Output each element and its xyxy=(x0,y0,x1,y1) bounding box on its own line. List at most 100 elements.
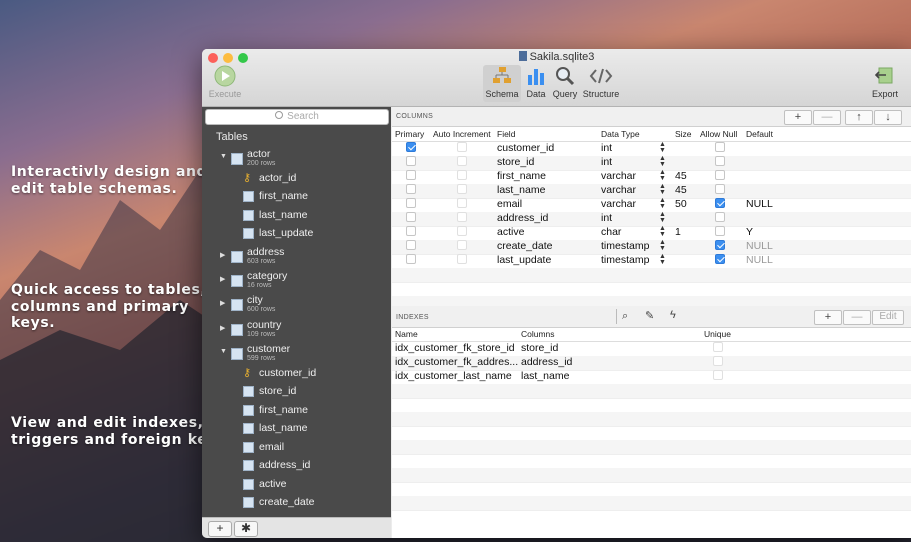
index-row[interactable] xyxy=(392,412,911,427)
gear-icon[interactable]: ✱ xyxy=(234,521,258,537)
data-type-select[interactable]: timestamp xyxy=(601,240,649,252)
data-type-stepper-icon[interactable]: ▲ ▼ xyxy=(659,211,666,224)
header-unique[interactable]: Unique xyxy=(704,329,731,339)
index-columns[interactable]: last_name xyxy=(521,370,569,382)
header-columns[interactable]: Columns xyxy=(521,329,555,339)
wrench-icon[interactable]: ✎ xyxy=(645,309,654,322)
export-button[interactable]: Export xyxy=(869,65,901,99)
index-row[interactable] xyxy=(392,454,911,469)
primary-checkbox[interactable] xyxy=(406,212,416,222)
header-primary[interactable]: Primary xyxy=(395,129,424,139)
allow-null-checkbox[interactable] xyxy=(715,156,725,166)
sidebar-table-actor[interactable]: ▼ actor 200 rows xyxy=(202,148,391,168)
allow-null-checkbox[interactable] xyxy=(715,240,725,250)
index-row[interactable]: idx_customer_last_name last_name xyxy=(392,370,911,385)
sidebar-column-create-date[interactable]: create_date xyxy=(202,494,391,512)
data-type-stepper-icon[interactable]: ▲ ▼ xyxy=(659,239,666,252)
primary-checkbox[interactable] xyxy=(406,198,416,208)
sidebar-column-last-update[interactable]: last_update xyxy=(202,225,391,243)
index-columns[interactable]: address_id xyxy=(521,356,572,368)
index-row[interactable] xyxy=(392,468,911,483)
primary-checkbox[interactable] xyxy=(406,170,416,180)
field-name[interactable]: last_name xyxy=(497,184,545,196)
allow-null-checkbox[interactable] xyxy=(715,170,725,180)
primary-checkbox[interactable] xyxy=(406,184,416,194)
unique-checkbox[interactable] xyxy=(713,370,723,380)
default-value[interactable]: NULL xyxy=(746,198,773,210)
chevron-right-icon[interactable]: ▶ xyxy=(220,299,225,307)
chevron-down-icon[interactable]: ▼ xyxy=(220,153,227,160)
header-size[interactable]: Size xyxy=(675,129,692,139)
field-name[interactable]: create_date xyxy=(497,240,552,252)
execute-button[interactable]: Execute xyxy=(208,65,242,99)
header-data-type[interactable]: Data Type xyxy=(601,129,640,139)
sidebar-column-active[interactable]: active xyxy=(202,476,391,494)
index-name[interactable]: idx_customer_last_name xyxy=(395,370,512,382)
index-row[interactable] xyxy=(392,496,911,511)
field-name[interactable]: customer_id xyxy=(497,142,554,154)
column-row[interactable]: last_update timestamp ▲ ▼ NULL xyxy=(392,253,911,269)
column-row[interactable]: customer_id int ▲ ▼ xyxy=(392,141,911,157)
sidebar-table-country[interactable]: ▶ country 109 rows xyxy=(202,319,391,341)
index-columns[interactable]: store_id xyxy=(521,342,558,354)
header-allow-null[interactable]: Allow Null xyxy=(700,129,737,139)
index-row[interactable] xyxy=(392,482,911,497)
column-row[interactable]: active char ▲ ▼ 1 Y xyxy=(392,225,911,241)
auto-increment-checkbox[interactable] xyxy=(457,198,467,208)
data-type-stepper-icon[interactable]: ▲ ▼ xyxy=(659,225,666,238)
column-row[interactable] xyxy=(392,282,911,297)
default-value[interactable]: NULL xyxy=(746,254,773,266)
sidebar-table-address[interactable]: ▶ address 603 rows xyxy=(202,246,391,268)
data-type-stepper-icon[interactable]: ▲ ▼ xyxy=(659,155,666,168)
primary-checkbox[interactable] xyxy=(406,142,416,152)
size-value[interactable]: 45 xyxy=(675,170,687,182)
field-name[interactable]: store_id xyxy=(497,156,534,168)
sidebar-column-email[interactable]: email xyxy=(202,439,391,457)
size-value[interactable]: 45 xyxy=(675,184,687,196)
edit-index-button[interactable]: Edit xyxy=(872,310,904,325)
data-type-select[interactable]: timestamp xyxy=(601,254,649,266)
data-type-select[interactable]: varchar xyxy=(601,198,636,210)
sidebar-table-category[interactable]: ▶ category 16 rows xyxy=(202,270,391,292)
allow-null-checkbox[interactable] xyxy=(715,142,725,152)
primary-checkbox[interactable] xyxy=(406,254,416,264)
sidebar-table-customer[interactable]: ▼ customer 599 rows xyxy=(202,343,391,365)
sidebar-table-city[interactable]: ▶ city 600 rows xyxy=(202,294,391,316)
chevron-right-icon[interactable]: ▶ xyxy=(220,324,225,332)
size-value[interactable]: 1 xyxy=(675,226,681,238)
sidebar-column-customer-id[interactable]: ⚷ customer_id xyxy=(202,365,391,383)
query-tab[interactable]: Query xyxy=(551,65,579,99)
column-row[interactable]: first_name varchar ▲ ▼ 45 xyxy=(392,169,911,185)
remove-column-button[interactable]: — xyxy=(813,110,841,125)
allow-null-checkbox[interactable] xyxy=(715,184,725,194)
sidebar-column-last-name[interactable]: last_name xyxy=(202,207,391,225)
add-column-button[interactable]: + xyxy=(784,110,812,125)
search-field[interactable]: Search xyxy=(205,109,389,125)
data-tab[interactable]: Data xyxy=(523,65,549,99)
field-name[interactable]: email xyxy=(497,198,522,210)
column-row[interactable]: store_id int ▲ ▼ xyxy=(392,155,911,171)
index-row[interactable] xyxy=(392,384,911,399)
column-row[interactable]: create_date timestamp ▲ ▼ NULL xyxy=(392,239,911,255)
sidebar-column-address-id[interactable]: address_id xyxy=(202,457,391,475)
data-type-stepper-icon[interactable]: ▲ ▼ xyxy=(659,253,666,266)
data-type-select[interactable]: int xyxy=(601,212,612,224)
index-name[interactable]: idx_customer_fk_store_id xyxy=(395,342,515,354)
header-auto-increment[interactable]: Auto Increment xyxy=(433,129,491,139)
add-table-button[interactable]: + xyxy=(208,521,232,537)
data-type-select[interactable]: int xyxy=(601,156,612,168)
default-value[interactable]: NULL xyxy=(746,240,773,252)
unique-checkbox[interactable] xyxy=(713,342,723,352)
data-type-select[interactable]: varchar xyxy=(601,170,636,182)
lightning-icon[interactable]: ϟ xyxy=(670,309,676,321)
primary-checkbox[interactable] xyxy=(406,240,416,250)
chevron-right-icon[interactable]: ▶ xyxy=(220,251,225,259)
column-row[interactable] xyxy=(392,268,911,283)
auto-increment-checkbox[interactable] xyxy=(457,240,467,250)
allow-null-checkbox[interactable] xyxy=(715,212,725,222)
auto-increment-checkbox[interactable] xyxy=(457,226,467,236)
field-name[interactable]: last_update xyxy=(497,254,551,266)
data-type-select[interactable]: int xyxy=(601,142,612,154)
auto-increment-checkbox[interactable] xyxy=(457,184,467,194)
index-row[interactable] xyxy=(392,440,911,455)
